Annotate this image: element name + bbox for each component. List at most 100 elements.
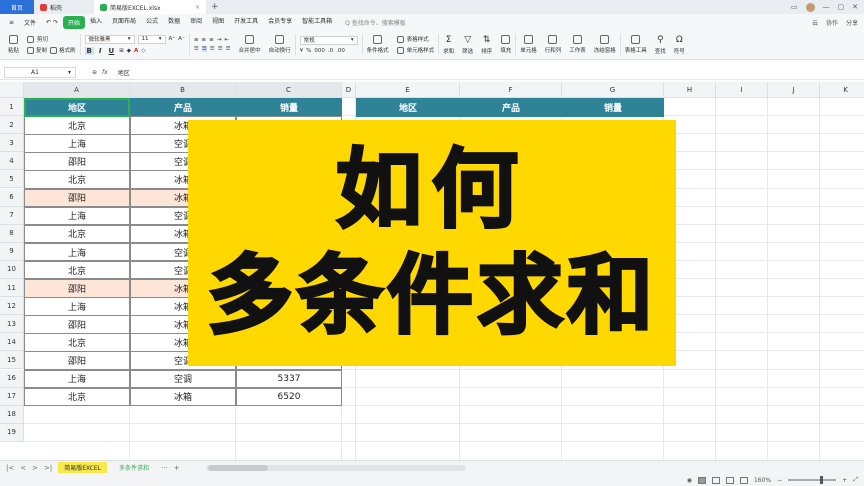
eye-icon[interactable]: ◉ [687, 477, 692, 484]
font-size-select[interactable]: 11 ▾ [137, 34, 166, 44]
menu-tab-7[interactable]: 视图 [207, 16, 229, 29]
command-search[interactable]: Q 查找命令、搜索模板 [345, 18, 406, 27]
fx-icon[interactable]: fx [102, 69, 108, 76]
menu-tab-10[interactable]: 智能工具箱 [297, 16, 337, 29]
align-bottom-icon[interactable]: ≡ [209, 37, 214, 43]
column-header-i[interactable]: I [716, 82, 768, 98]
close-window-icon[interactable]: ✕ [852, 3, 858, 11]
menu-tab-6[interactable]: 审阅 [185, 16, 207, 29]
column-header-c[interactable]: C [236, 82, 342, 98]
cell-button[interactable]: 单元格 [516, 30, 541, 59]
row-header-11[interactable]: 11 [0, 279, 24, 298]
column-header-j[interactable]: J [768, 82, 820, 98]
row-header-9[interactable]: 9 [0, 242, 24, 261]
table-cell[interactable]: 北京 [24, 387, 130, 407]
table-header-cell[interactable]: 地区 [24, 98, 130, 117]
normal-view-icon[interactable] [697, 476, 706, 484]
freeze-panes-button[interactable]: 冻结窗格 [590, 30, 620, 59]
filter-button[interactable]: ▽ 筛选 [458, 30, 477, 59]
table-cell[interactable]: 邵阳 [24, 152, 130, 171]
sheet-tab-1[interactable]: 简易版EXCEL [58, 462, 108, 473]
criteria-header-cell[interactable]: 产品 [460, 98, 562, 117]
sheet-tab-2[interactable]: 多条件求和 [113, 462, 155, 473]
zoom-slider-knob[interactable] [820, 476, 824, 484]
row-header-2[interactable]: 2 [0, 116, 24, 135]
zoom-slider[interactable] [788, 476, 837, 484]
table-cell[interactable]: 上海 [24, 134, 130, 153]
fullscreen-icon[interactable]: ⤢ [853, 476, 858, 484]
table-cell[interactable]: 北京 [24, 224, 130, 244]
format-painter-button[interactable]: 格式刷 [50, 46, 76, 54]
table-cell[interactable]: 邵阳 [24, 188, 130, 208]
copy-button[interactable]: 复制 [27, 46, 47, 54]
align-left-icon[interactable]: ☰ [194, 46, 199, 52]
row-header-10[interactable]: 10 [0, 260, 24, 279]
italic-button[interactable]: I [97, 47, 104, 55]
share-button[interactable]: 分享 [846, 18, 858, 27]
table-style-button[interactable]: 表格样式 [396, 35, 435, 43]
justify-icon[interactable]: ☰ [218, 46, 223, 52]
currency-icon[interactable]: ¥ [300, 48, 304, 54]
indent-icon[interactable]: ⇥ [217, 37, 222, 43]
font-grow-icon[interactable]: A⁺ [169, 36, 176, 42]
row-header-12[interactable]: 12 [0, 297, 24, 316]
column-header-f[interactable]: F [460, 82, 562, 98]
menu-tab-9[interactable]: 会员专享 [263, 16, 297, 29]
scroll-thumb[interactable] [207, 464, 268, 471]
criteria-header-cell[interactable]: 销量 [562, 98, 664, 117]
menu-tab-5[interactable]: 数据 [163, 16, 185, 29]
menu-tab-3[interactable]: 页面布局 [107, 16, 141, 29]
row-header-5[interactable]: 5 [0, 170, 24, 189]
table-cell[interactable]: 6520 [236, 387, 342, 407]
next-sheet-icon[interactable]: > [32, 464, 38, 472]
menu-tab-8[interactable]: 开发工具 [229, 16, 263, 29]
table-cell[interactable]: 5337 [236, 369, 342, 389]
tab-docer[interactable]: 稻壳 [34, 0, 94, 14]
thousands-icon[interactable]: 000 [314, 48, 325, 54]
distributed-icon[interactable]: ☰ [226, 46, 231, 52]
table-header-cell[interactable]: 销量 [236, 98, 342, 117]
border-icon[interactable]: ⊞ [119, 48, 124, 54]
font-name-select[interactable]: 微软雅黑 ▾ [84, 34, 135, 44]
sort-button[interactable]: ⇅ 排序 [477, 30, 496, 59]
underline-button[interactable]: U [107, 47, 117, 55]
first-sheet-icon[interactable]: |< [6, 464, 14, 472]
table-cell[interactable]: 上海 [24, 242, 130, 262]
symbol-button[interactable]: Ω 符号 [670, 30, 689, 59]
row-header-18[interactable]: 18 [0, 405, 24, 424]
zoom-out-icon[interactable]: − [777, 477, 782, 484]
bold-button[interactable]: B [84, 46, 94, 55]
row-col-button[interactable]: 行和列 [541, 30, 566, 59]
align-top-icon[interactable]: ≡ [194, 37, 199, 43]
row-header-6[interactable]: 6 [0, 188, 24, 207]
menu-tab-1[interactable]: 开始 [63, 15, 86, 29]
decimal-decrease-icon[interactable]: .00 [336, 48, 345, 54]
table-cell[interactable]: 邵阳 [24, 279, 130, 298]
font-shrink-icon[interactable]: A⁻ [178, 36, 185, 42]
merge-center-button[interactable]: 合并居中 [235, 30, 265, 59]
menu-file[interactable]: 文件 [19, 18, 41, 27]
menu-icon[interactable]: ≡ [4, 19, 19, 26]
formula-input[interactable]: 地区 [118, 68, 130, 77]
table-tools-button[interactable]: 表格工具 [621, 30, 651, 59]
row-header-3[interactable]: 3 [0, 134, 24, 153]
table-cell[interactable]: 上海 [24, 206, 130, 226]
font-color-icon[interactable]: A [134, 48, 138, 54]
row-header-16[interactable]: 16 [0, 369, 24, 388]
table-header-cell[interactable]: 产品 [130, 98, 236, 117]
menu-tab-4[interactable]: 公式 [141, 16, 163, 29]
number-format-select[interactable]: 常规 ▾ [299, 35, 358, 45]
more-sheets-icon[interactable]: ··· [161, 464, 168, 472]
column-header-g[interactable]: G [562, 82, 664, 98]
worksheet-button[interactable]: 工作表 [565, 30, 590, 59]
add-sheet-icon[interactable]: + [174, 464, 180, 472]
table-cell[interactable]: 北京 [24, 170, 130, 189]
select-all-corner[interactable] [0, 82, 24, 98]
wrap-text-button[interactable]: 自动换行 [265, 30, 295, 59]
fill-button[interactable]: 填充 [496, 30, 515, 59]
table-cell[interactable]: 冰箱 [130, 387, 236, 407]
table-cell[interactable]: 邵阳 [24, 351, 130, 370]
align-middle-icon[interactable]: ≡ [202, 37, 207, 43]
avatar[interactable] [805, 2, 815, 12]
cell-style-button[interactable]: 单元格样式 [396, 46, 434, 54]
